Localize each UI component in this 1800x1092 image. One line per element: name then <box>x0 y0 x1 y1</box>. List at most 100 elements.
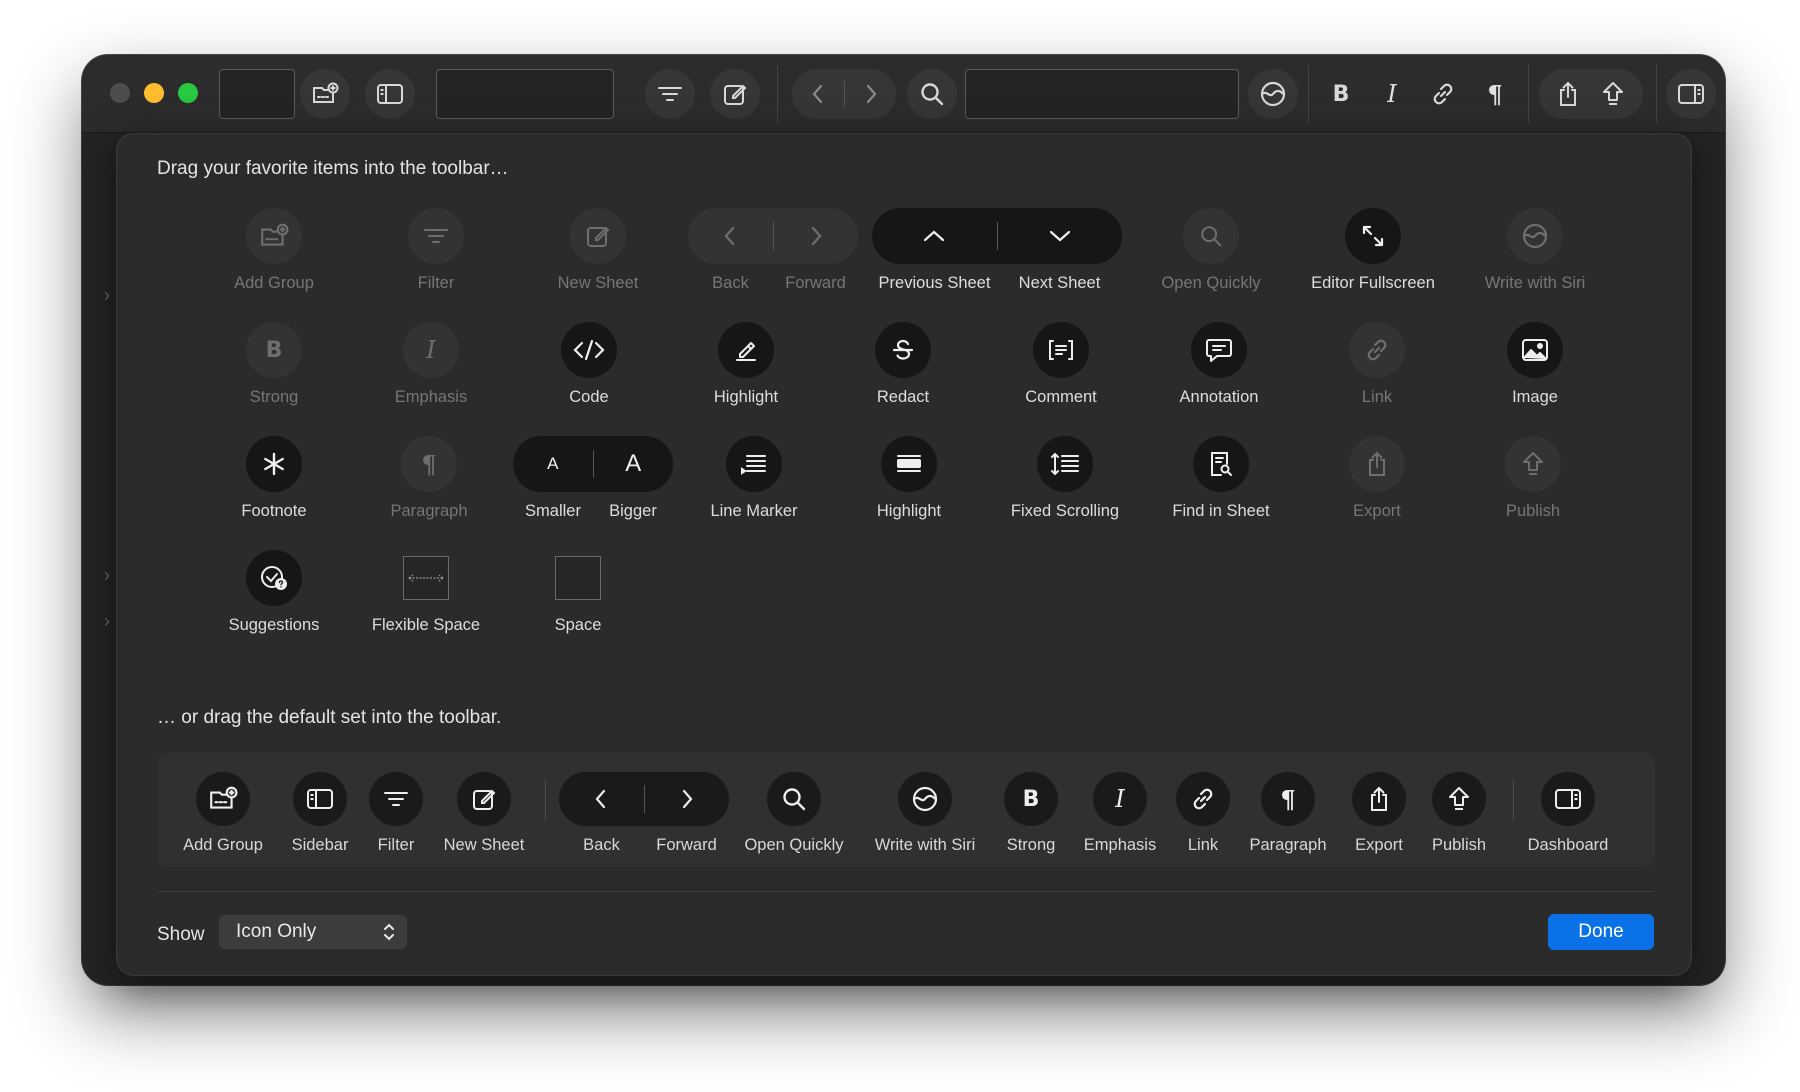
item-link[interactable]: Link <box>1297 322 1457 407</box>
dashboard-icon <box>1555 789 1581 809</box>
line-marker-icon <box>741 455 766 475</box>
highlight-lines-icon <box>897 455 921 472</box>
chevron-right-icon <box>866 84 876 104</box>
toolbar-link-button[interactable] <box>1418 69 1468 119</box>
flexible-space-icon <box>408 574 444 582</box>
item-flexible-space[interactable]: Flexible Space <box>346 550 506 635</box>
item-label: Annotation <box>1179 388 1259 406</box>
done-button[interactable]: Done <box>1548 914 1654 950</box>
item-annotation[interactable]: Annotation <box>1139 322 1299 407</box>
toolbar-filter-button[interactable] <box>645 69 695 119</box>
chevron-up-icon <box>924 230 945 242</box>
item-label: Back <box>583 836 620 854</box>
toolbar-search-field[interactable] <box>965 69 1239 119</box>
item-label: Emphasis <box>394 388 468 406</box>
item-label: Paragraph <box>1249 836 1327 854</box>
sidebar-icon <box>307 789 333 809</box>
back-forward-labels: Back Forward <box>688 274 858 293</box>
italic-icon: I <box>426 336 436 364</box>
item-footnote[interactable]: Footnote <box>194 436 354 521</box>
filter-icon <box>424 229 448 243</box>
dashboard-icon <box>1678 84 1704 104</box>
item-highlight[interactable]: Highlight <box>666 322 826 407</box>
item-label: Publish <box>1505 502 1561 520</box>
new-sheet-icon <box>587 226 610 247</box>
default-new-sheet: New Sheet <box>424 772 544 855</box>
toolbar-paragraph-button[interactable]: ¶ <box>1470 69 1520 119</box>
item-suggestions[interactable]: Suggestions <box>194 550 354 635</box>
sidebar-chevron-right-icon: › <box>104 565 110 585</box>
item-paragraph[interactable]: ¶ Paragraph <box>349 436 509 521</box>
toolbar-export-publish[interactable] <box>1539 69 1643 119</box>
toolbar-empty-slot[interactable] <box>219 69 295 119</box>
item-highlight-line[interactable]: Highlight <box>829 436 989 521</box>
sidebar-chevron-right-icon: › <box>104 611 110 631</box>
zoom-window-button[interactable] <box>178 83 198 103</box>
item-label: Editor Fullscreen <box>1311 274 1435 292</box>
item-space[interactable]: Space <box>498 550 658 635</box>
item-label: Write with Siri <box>874 836 976 854</box>
item-previous-next-sheet[interactable] <box>872 208 1122 264</box>
search-icon <box>1201 226 1222 247</box>
item-label: Export <box>1355 836 1403 854</box>
toolbar-dashboard-button[interactable] <box>1666 69 1716 119</box>
add-group-icon <box>313 82 339 103</box>
toolbar-search-button[interactable] <box>907 69 957 119</box>
item-label: Previous Sheet <box>878 274 991 292</box>
minimize-window-button[interactable] <box>144 83 164 103</box>
item-label: Highlight <box>876 502 942 520</box>
item-add-group[interactable]: Add Group <box>194 208 354 293</box>
item-label: Flexible Space <box>371 616 481 634</box>
filter-icon <box>384 792 408 806</box>
link-icon <box>1433 83 1453 105</box>
paragraph-icon: ¶ <box>421 449 437 479</box>
toolbar-add-group-button[interactable] <box>300 69 350 119</box>
item-find-in-sheet[interactable]: Find in Sheet <box>1141 436 1301 521</box>
item-line-marker[interactable]: Line Marker <box>674 436 834 521</box>
toolbar-title-slot[interactable] <box>436 69 614 119</box>
item-label: Code <box>569 388 609 406</box>
search-icon <box>921 83 944 106</box>
item-fixed-scrolling[interactable]: Fixed Scrolling <box>985 436 1145 521</box>
toolbar-new-sheet-button[interactable] <box>710 69 760 119</box>
show-mode-select[interactable]: Icon Only <box>219 915 407 949</box>
add-group-icon <box>261 223 289 246</box>
default-back-forward-labels: Back Forward <box>559 836 729 855</box>
item-new-sheet[interactable]: New Sheet <box>518 208 678 293</box>
strikethrough-s-icon <box>892 339 914 360</box>
code-brackets-icon <box>573 339 605 361</box>
item-write-with-siri[interactable]: Write with Siri <box>1455 208 1615 293</box>
item-comment[interactable]: Comment <box>981 322 1141 407</box>
drag-instructions: Drag your favorite items into the toolba… <box>157 158 509 179</box>
item-redact[interactable]: Redact <box>823 322 983 407</box>
image-icon <box>1522 339 1548 361</box>
item-export[interactable]: Export <box>1297 436 1457 521</box>
item-label: Image <box>1512 388 1558 406</box>
item-label: Open Quickly <box>1161 274 1261 292</box>
item-back-forward[interactable] <box>688 208 858 264</box>
item-emphasis[interactable]: I Emphasis <box>351 322 511 407</box>
item-smaller-bigger[interactable]: A A <box>513 436 673 492</box>
item-strong[interactable]: B Strong <box>194 322 354 407</box>
item-label: Next Sheet <box>1018 274 1101 292</box>
default-write-with-siri: Write with Siri <box>865 772 985 855</box>
item-editor-fullscreen[interactable]: Editor Fullscreen <box>1293 208 1453 293</box>
share-icon <box>1560 81 1576 106</box>
item-image[interactable]: Image <box>1455 322 1615 407</box>
item-publish[interactable]: Publish <box>1453 436 1613 521</box>
item-filter[interactable]: Filter <box>356 208 516 293</box>
default-set-bar[interactable]: Add Group Sidebar Filter New Sheet Back … <box>157 752 1655 867</box>
item-code[interactable]: Code <box>509 322 669 407</box>
toolbar-siri-button[interactable] <box>1248 69 1298 119</box>
toolbar-strong-button[interactable]: B <box>1316 69 1366 119</box>
item-label: Forward <box>785 274 846 292</box>
item-open-quickly[interactable]: Open Quickly <box>1131 208 1291 293</box>
item-label: Footnote <box>241 502 307 520</box>
highlighter-icon <box>736 342 756 361</box>
customize-toolbar-sheet: Drag your favorite items into the toolba… <box>116 133 1692 976</box>
toolbar-emphasis-button[interactable]: I <box>1367 69 1417 119</box>
toolbar-back-forward[interactable] <box>792 69 896 119</box>
toolbar-sidebar-button[interactable] <box>365 69 415 119</box>
close-window-button[interactable] <box>110 83 130 103</box>
default-back-forward <box>559 772 729 826</box>
